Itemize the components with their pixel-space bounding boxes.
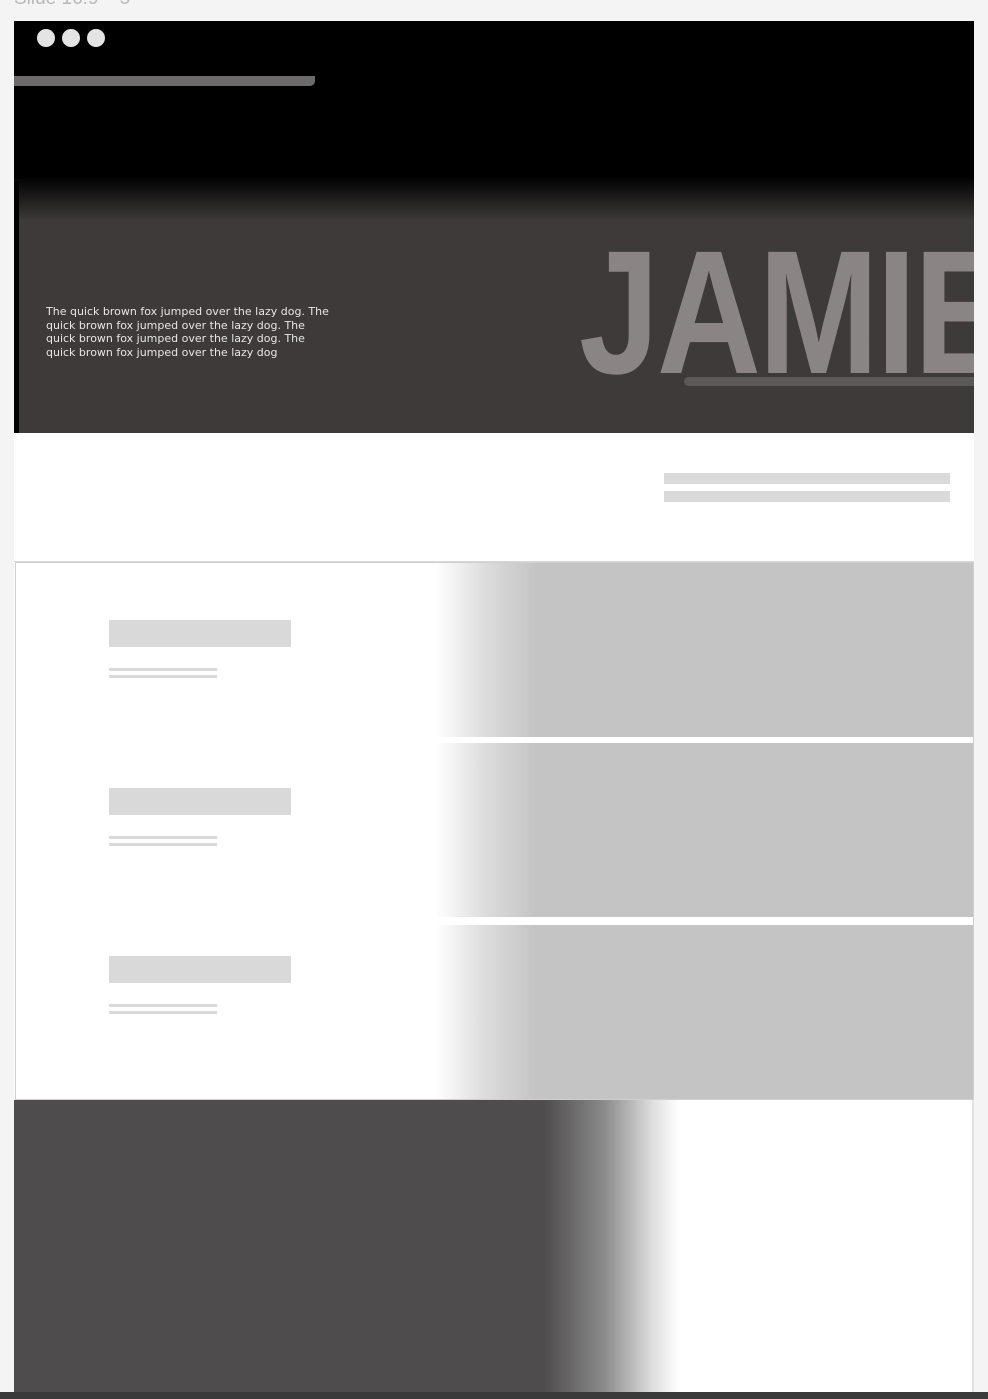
menu-dots-icon[interactable] xyxy=(37,29,105,47)
footer-dark-panel xyxy=(14,1100,679,1399)
dot-3 xyxy=(87,29,105,47)
title-underline xyxy=(684,377,974,386)
feature-text-line xyxy=(109,675,217,678)
intro-text-line-1 xyxy=(664,473,950,484)
hero-body-text: The quick brown fox jumped over the lazy… xyxy=(46,305,329,359)
dot-2 xyxy=(62,29,80,47)
footer-section xyxy=(14,1100,974,1399)
feature-heading-placeholder xyxy=(109,956,291,983)
feature-image-placeholder xyxy=(436,743,973,917)
hero-title: JAMIE xyxy=(579,215,974,411)
nav-bar-placeholder xyxy=(14,76,315,86)
footer-right-border xyxy=(972,1100,974,1399)
bottom-edge-bar xyxy=(0,1392,988,1399)
feature-text-line xyxy=(109,836,217,839)
slide-frame: The quick brown fox jumped over the lazy… xyxy=(14,21,974,1399)
feature-row-1[interactable] xyxy=(16,563,973,737)
dot-1 xyxy=(37,29,55,47)
features-section xyxy=(15,562,974,1100)
feature-text-line xyxy=(109,1011,217,1014)
feature-heading-placeholder xyxy=(109,620,291,647)
hero-left-edge xyxy=(14,181,19,433)
feature-text-line xyxy=(109,1004,217,1007)
feature-text-line xyxy=(109,668,217,671)
feature-heading-placeholder xyxy=(109,788,291,815)
feature-image-placeholder xyxy=(436,563,973,737)
hero-section: The quick brown fox jumped over the lazy… xyxy=(14,21,974,433)
feature-row-2[interactable] xyxy=(16,743,973,917)
slide-label: Slide 16:9 – 5 xyxy=(14,0,130,10)
intro-strip xyxy=(14,433,974,562)
feature-text-line xyxy=(109,843,217,846)
intro-text-line-2 xyxy=(664,491,950,502)
feature-row-3[interactable] xyxy=(16,925,973,1099)
feature-image-placeholder xyxy=(436,925,973,1099)
